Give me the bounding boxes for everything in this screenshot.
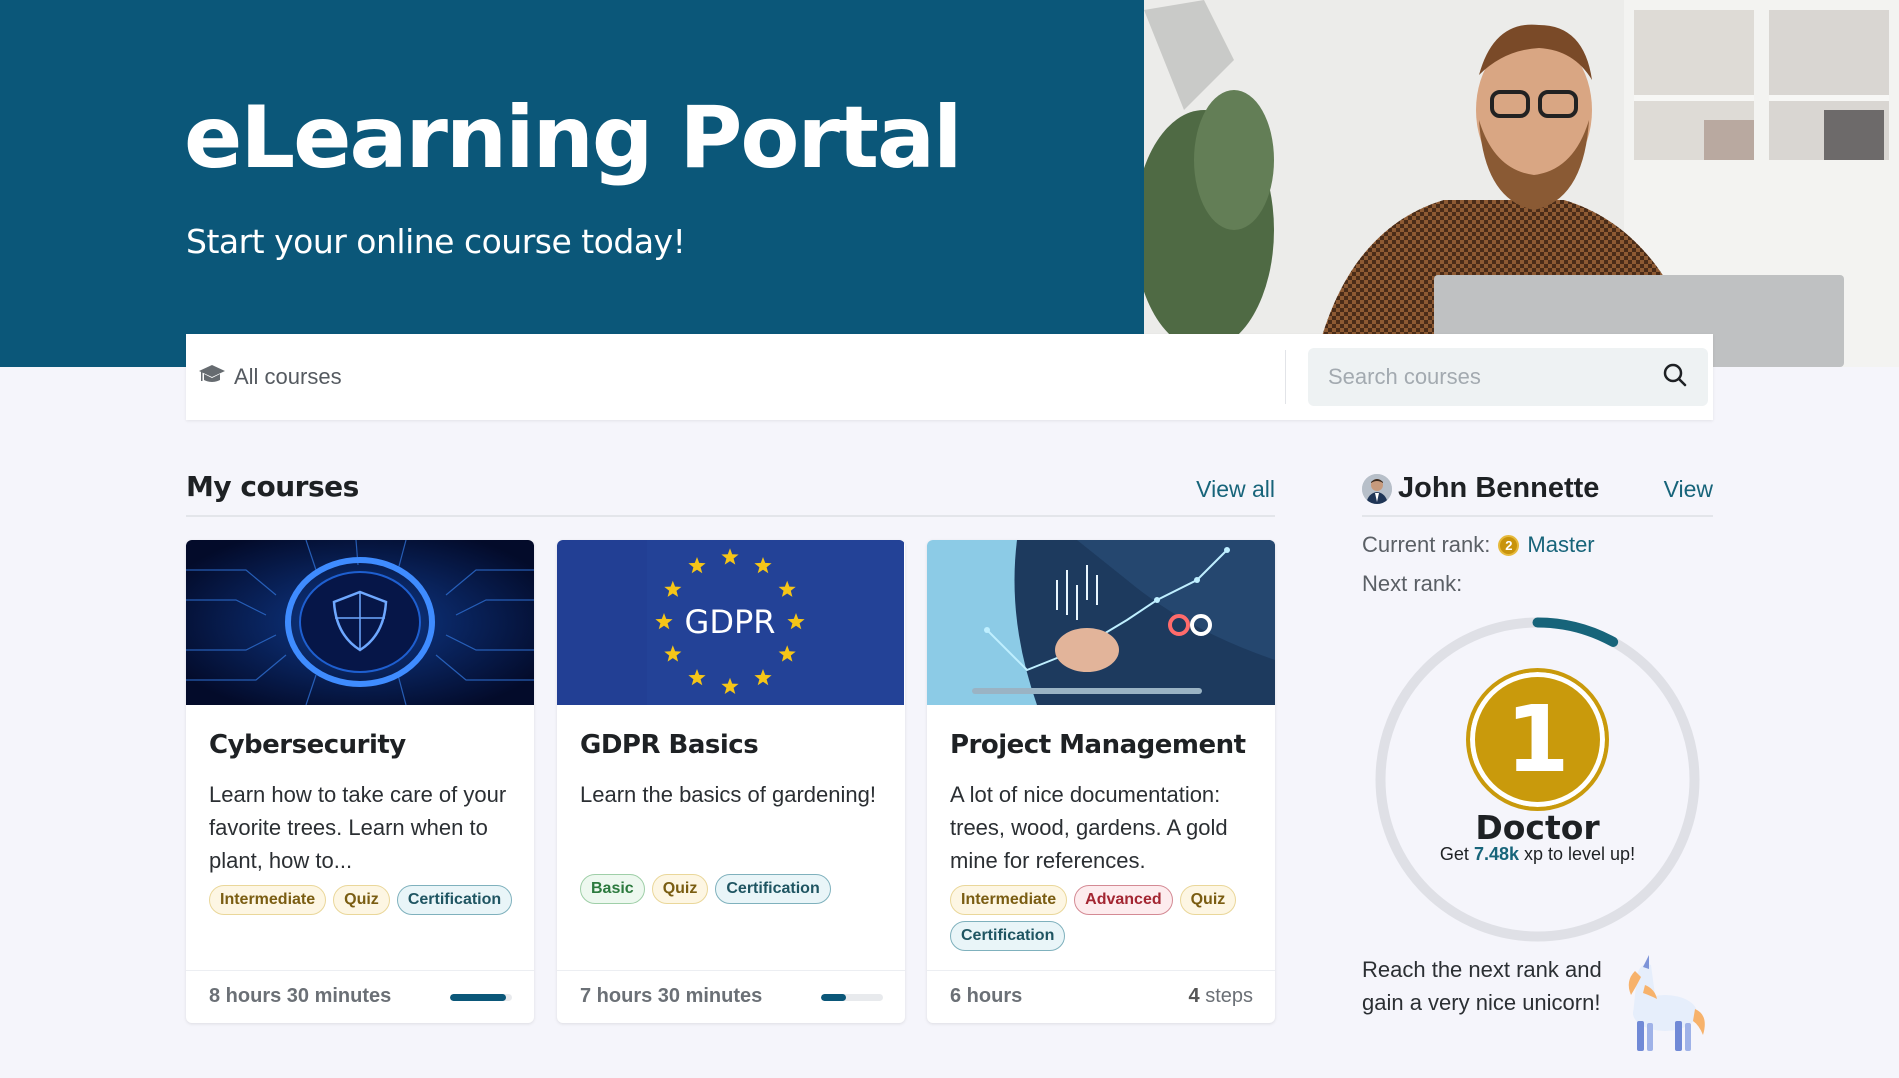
search-input[interactable] [1328,364,1662,390]
search-icon[interactable] [1662,362,1688,393]
my-courses-header: My courses View all [186,468,1275,517]
all-courses-label: All courses [234,364,342,389]
course-image-cybersecurity [186,540,534,705]
course-progress-bar [450,994,512,1001]
course-footer: 8 hours 30 minutes [186,970,534,1023]
hero-subtitle: Start your online course today! [186,222,686,261]
course-description: Learn how to take care of your favorite … [209,782,507,873]
next-rank-row: Next rank: [1362,571,1462,597]
course-image-project-management [927,540,1275,705]
course-footer: 6 hours 4 steps [927,970,1275,1023]
gdpr-image-text: GDPR [685,603,776,641]
course-card-project-management[interactable]: Project Management A lot of nice documen… [927,540,1275,1023]
course-tags: Intermediate Quiz Certification [209,885,519,915]
tag-quiz: Quiz [333,885,390,915]
hero-photo [1144,0,1899,367]
course-image-gdpr: GDPR [557,540,905,705]
avatar[interactable] [1362,474,1392,504]
tag-basic: Basic [580,874,645,904]
course-card-cybersecurity[interactable]: Cybersecurity Learn how to take care of … [186,540,534,1023]
page-title: eLearning Portal [184,88,962,188]
tag-intermediate: Intermediate [950,885,1068,915]
tag-quiz: Quiz [1179,885,1237,915]
course-tags: Intermediate Advanced Quiz Certification [950,885,1260,951]
current-rank-row: Current rank: 2 Master [1362,532,1595,558]
next-rank-name: Doctor [1475,808,1600,847]
tag-certification: Certification [715,874,831,904]
course-footer: 7 hours 30 minutes [557,970,905,1023]
course-duration: 6 hours [950,985,1023,1007]
view-all-link[interactable]: View all [1196,476,1275,503]
next-rank-label: Next rank: [1362,571,1463,596]
rank-progress-ring: 1 Doctor Get 7.48k xp to level up! [1370,612,1705,947]
course-tags: Basic Quiz Certification [580,874,890,904]
course-progress-fill [450,994,506,1001]
profile-name: John Bennette [1398,472,1600,504]
course-title: Cybersecurity [209,730,406,760]
course-description: Learn the basics of gardening! [580,782,876,807]
course-progress-fill [821,994,846,1001]
course-filter-bar: All courses [186,334,1713,420]
filter-divider [1285,350,1286,404]
profile-header: John Bennette View [1362,468,1713,517]
tag-quiz: Quiz [651,874,709,904]
profile-view-link[interactable]: View [1664,476,1713,503]
tag-intermediate: Intermediate [209,885,327,915]
course-progress-bar [821,994,883,1001]
graduation-cap-icon [198,363,226,391]
tag-certification: Certification [396,885,513,915]
course-title: Project Management [950,730,1246,760]
reward-text: Reach the next rank and gain a very nice… [1362,957,1602,1015]
rank-badge-icon: 2 [1498,534,1520,556]
search-box [1308,348,1708,406]
current-rank-label: Current rank: [1362,532,1491,557]
xp-value: 7.48k [1473,844,1519,864]
steps-count: 4 [1188,985,1200,1007]
hero-banner: eLearning Portal Start your online cours… [0,0,1899,367]
xp-suffix: xp to level up! [1524,844,1636,864]
course-card-gdpr-basics[interactable]: GDPR GDPR Basics Learn the basics of gar… [557,540,905,1023]
steps-label: steps [1205,985,1253,1007]
course-duration: 8 hours 30 minutes [209,985,392,1007]
xp-prefix: Get [1439,844,1469,864]
unicorn-icon [1615,955,1710,1055]
course-steps: 4 steps [1189,985,1254,1008]
all-courses-button[interactable]: All courses [186,363,342,391]
course-description: A lot of nice documentation: trees, wood… [950,782,1228,873]
current-rank-name: Master [1527,532,1595,557]
section-title: My courses [186,470,359,503]
course-title: GDPR Basics [580,730,759,760]
tag-advanced: Advanced [1074,885,1173,915]
xp-to-level-text: Get 7.48k xp to level up! [1430,845,1645,864]
course-duration: 7 hours 30 minutes [580,985,763,1007]
rank-medal-icon: 1 [1466,668,1609,811]
tag-certification: Certification [950,921,1066,951]
